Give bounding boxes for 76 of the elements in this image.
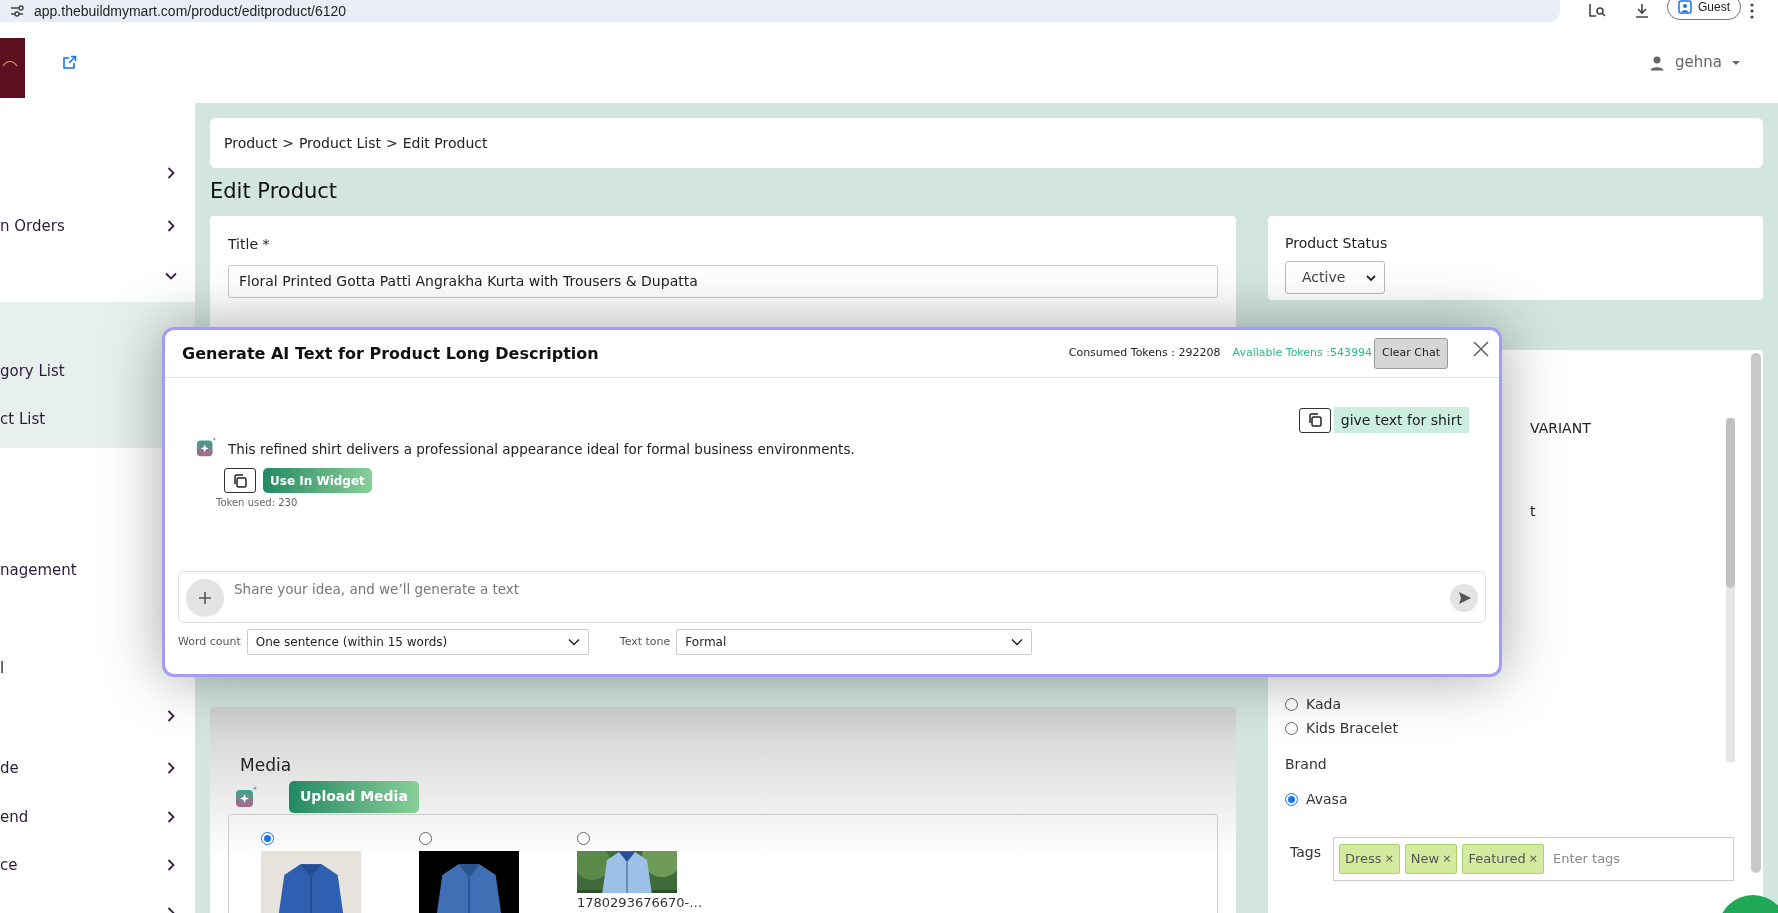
user-message: give text for shirt [1333,407,1469,433]
word-count-select[interactable]: One sentence (within 15 words) [246,629,589,655]
file-name: 1780293676670-… [577,893,703,912]
add-icon[interactable] [186,579,224,617]
user-menu[interactable]: gehna [1649,51,1740,74]
field-label: Product Status [1285,234,1389,253]
radio-button[interactable] [1285,792,1298,806]
option-text: t [1530,502,1537,521]
lens-icon[interactable] [1588,3,1606,19]
category-label: Kada [1306,694,1341,714]
field-label: Tags [1290,843,1321,862]
copy-button[interactable] [224,468,256,494]
ai-sparkle-icon [196,436,218,459]
available-tokens: Available Tokens :543994 [1232,345,1372,362]
field-label: Text tone [619,633,671,650]
download-icon[interactable] [1634,3,1650,19]
dialog-title: Generate AI Text for Product Long Description [182,342,599,365]
tag-chip: New × [1404,844,1458,874]
tag-chip: Featured × [1462,844,1545,874]
copy-icon [1306,412,1323,428]
remove-tag-button[interactable]: × [1384,850,1394,868]
breadcrumb-link[interactable]: Product [224,132,278,154]
radio-button[interactable] [1285,697,1298,711]
breadcrumb-link[interactable]: Edit Product [402,132,488,154]
clear-chat-button[interactable]: Clear Chat [1374,338,1448,369]
send-icon[interactable] [1450,584,1478,612]
breadcrumb-separator: > [386,133,398,153]
radio-button[interactable] [577,831,590,845]
consumed-tokens: Consumed Tokens : 292208 [1068,345,1221,362]
remove-tag-button[interactable]: × [1528,850,1539,868]
logo [0,37,25,98]
radio-button[interactable] [261,831,274,845]
chevron-icon [567,638,580,646]
address-bar[interactable]: app.thebuildmymart.com/product/editproduct/6120 [0,0,1560,22]
field-label: Brand [1285,755,1328,774]
prompt-placeholder: Share your idea, and we’ll generate a text [234,580,520,599]
option-text: VARIANT [1530,419,1592,438]
media-title: Media [239,754,293,777]
sidebar-item[interactable]: ce [0,841,195,889]
ai-message: This refined shirt delivers a professional appearance ideal for formal business environments. [228,440,855,459]
more-icon[interactable] [1749,3,1755,19]
sidebar-item[interactable]: de [0,744,195,792]
copy-icon [232,472,248,489]
prompt-field[interactable]: Share your idea, and we’ll generate a text [178,571,1486,623]
list-scrollbar[interactable] [1726,418,1735,762]
caret-icon [1732,59,1740,66]
sidebar-item[interactable]: end [0,793,195,841]
site-info-icon[interactable] [10,5,24,17]
remove-tag-button[interactable]: × [1442,850,1452,868]
sidebar-item[interactable]: n Orders [0,202,195,250]
field-label: Word count [178,633,241,650]
chevron-icon [1366,273,1376,282]
radio-button[interactable] [419,831,432,845]
field-label: Title * [228,235,271,254]
brand-label: Avasa [1306,789,1348,809]
url-text: app.thebuildmymart.com/product/editproduct/6120 [34,1,347,21]
title-field[interactable]: Floral Printed Gotta Patti Angrakha Kurta with Trousers & Dupatta [228,265,1218,298]
ai-sparkle-icon [235,784,259,809]
tags-field[interactable]: Dress × New × Featured × Enter tags [1333,837,1734,881]
tags-placeholder: Enter tags [1553,850,1621,869]
page-title: Edit Product [210,178,339,206]
breadcrumb-separator: > [282,133,294,153]
tag-chip: Dress × [1339,844,1400,874]
copy-button[interactable] [1298,407,1331,433]
external-link-icon[interactable] [62,55,77,70]
status-select[interactable]: Active [1285,261,1385,294]
category-label: Kids Bracelet [1306,718,1398,738]
close-icon[interactable] [1473,340,1489,357]
profile-icon [1678,0,1692,14]
chevron-icon [1011,638,1024,646]
panel-scrollbar[interactable] [1751,353,1761,873]
token-usage: Token used: 230 [215,496,299,511]
user-icon [1649,54,1666,71]
breadcrumb-link[interactable]: Product List [298,132,381,154]
text-tone-select[interactable]: Formal [676,629,1033,655]
radio-button[interactable] [1285,721,1298,735]
